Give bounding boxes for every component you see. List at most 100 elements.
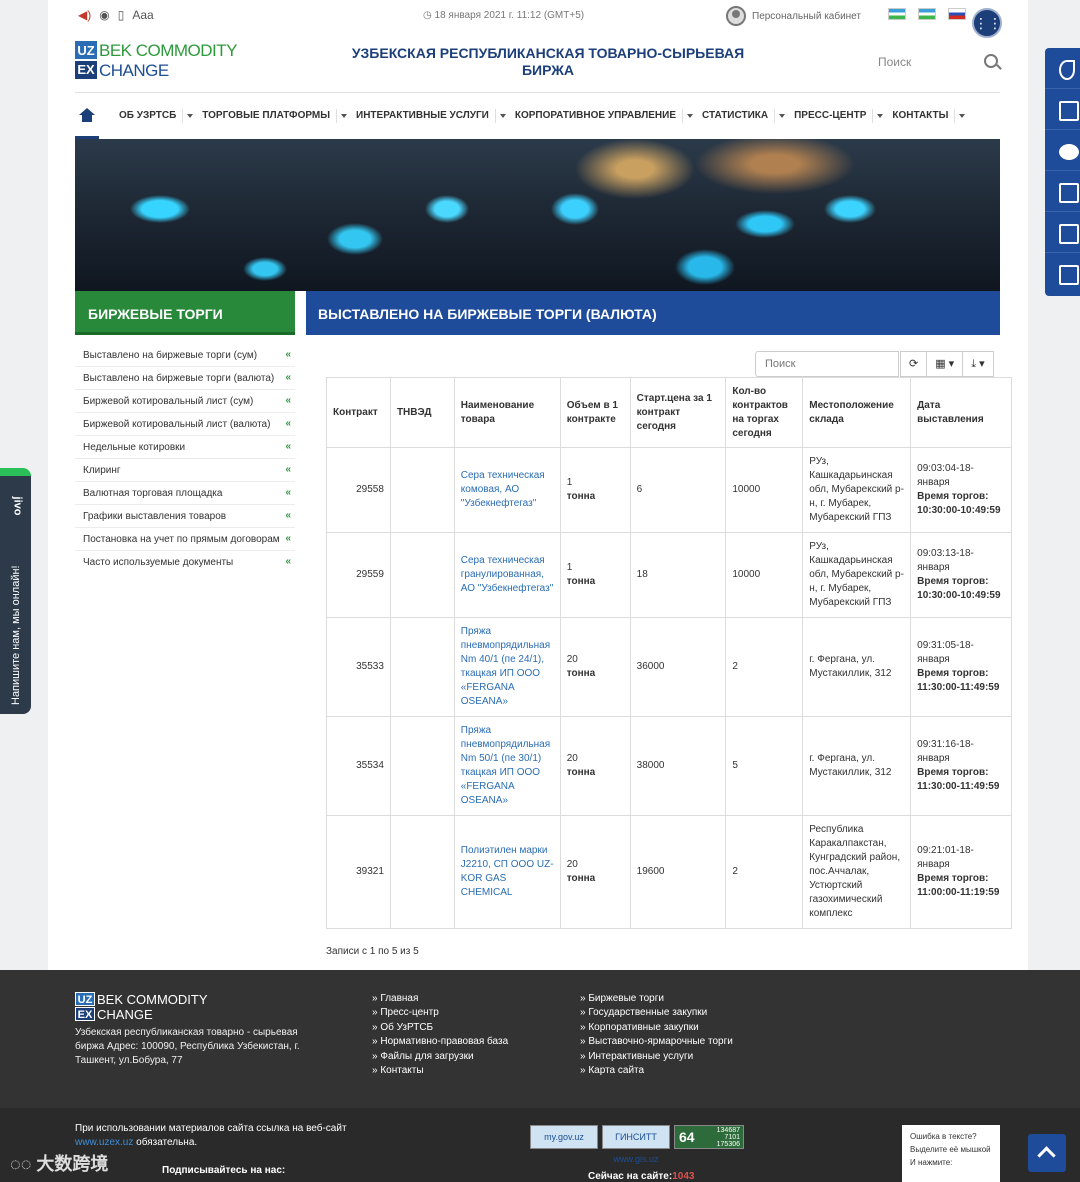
chat-icon[interactable] xyxy=(1045,130,1080,171)
search-icon[interactable] xyxy=(984,54,998,68)
top-bar: ◀) ◉ ▯ Aaa ◷ 18 января 2021 г. 11:12 (GM… xyxy=(48,0,1028,38)
nav-item-governance[interactable]: КОРПОРАТИВНОЕ УПРАВЛЕНИЕ xyxy=(515,108,694,123)
nav-item-contacts[interactable]: КОНТАКТЫ xyxy=(892,108,966,123)
footer-bottom: При использовании материалов сайта ссылк… xyxy=(0,1108,1080,1182)
product-link[interactable]: Пряжа пневмопрядильная Nm 50/1 (пе 30/1)… xyxy=(453,716,561,816)
partner-badges: my.gov.uz ГИНСИТТ www.gis.uz 64 134687 71… xyxy=(530,1125,744,1164)
footer-link[interactable]: Выставочно-ярмарочные торги xyxy=(580,1035,732,1049)
chevron-left-icon: « xyxy=(285,556,291,567)
side-menu-item[interactable]: Биржевой котировальный лист (валюта) « xyxy=(75,413,295,436)
sound-icon[interactable]: ◀) xyxy=(78,8,91,22)
side-menu-item[interactable]: Часто используемые документы « xyxy=(75,551,295,574)
col-header[interactable]: Дата выставления xyxy=(910,377,1012,448)
subscribe-label: Подписывайтесь на нас: xyxy=(162,1165,286,1176)
chevron-down-icon[interactable] xyxy=(872,108,884,123)
header-search-input[interactable]: Поиск xyxy=(878,55,911,69)
personal-cabinet-link[interactable]: Персональный кабинет xyxy=(726,6,861,26)
table-search-input[interactable] xyxy=(755,351,899,377)
mygov-badge[interactable]: my.gov.uz xyxy=(530,1125,598,1149)
table-row: 29559 Сера техническая гранулированная, … xyxy=(326,532,1012,618)
footer-link[interactable]: Об УзРТСБ xyxy=(372,1021,508,1035)
chevron-down-icon[interactable] xyxy=(182,108,194,123)
product-link[interactable]: Полиэтилен марки J2210, СП ООО UZ-KOR GA… xyxy=(453,815,561,929)
visit-counter[interactable]: 64 134687 7101 175306 xyxy=(674,1125,744,1149)
footer-link[interactable]: Биржевые торги xyxy=(580,992,733,1006)
col-header[interactable]: Старт.цена за 1 контракт сегодня xyxy=(629,377,727,448)
footer-link[interactable]: Интерактивные услуги xyxy=(580,1050,733,1064)
side-menu-item[interactable]: Графики выставления товаров « xyxy=(75,505,295,528)
footer-link[interactable]: Главная xyxy=(372,992,508,1006)
side-menu-item[interactable]: Постановка на учет по прямым договорам « xyxy=(75,528,295,551)
copyright-note: При использовании материалов сайта ссылк… xyxy=(75,1123,347,1148)
product-link[interactable]: Пряжа пневмопрядильная Nm 40/1 (пе 24/1)… xyxy=(453,617,561,717)
side-menu-item[interactable]: Валютная торговая площадка « xyxy=(75,482,295,505)
col-header[interactable]: Наименование товара xyxy=(453,377,561,448)
col-header[interactable]: ТНВЭД xyxy=(389,377,455,448)
flag-uz-latin[interactable] xyxy=(888,8,906,20)
apps-grid-icon[interactable]: ⋮⋮ xyxy=(972,8,1002,38)
chevron-down-icon[interactable] xyxy=(954,108,966,123)
flag-uz-cyrillic[interactable] xyxy=(918,8,936,20)
footer-link[interactable]: Нормативно-правовая база xyxy=(372,1035,508,1049)
hero-banner-image xyxy=(75,139,1000,291)
footer-link[interactable]: Пресс-центр xyxy=(372,1006,508,1020)
side-menu-item[interactable]: Недельные котировки « xyxy=(75,436,295,459)
product-link[interactable]: Сера техническая комовая, АО "Узбекнефте… xyxy=(453,447,561,533)
nav-item-press[interactable]: ПРЕСС-ЦЕНТР xyxy=(794,108,884,123)
mobile-icon[interactable]: ▯ xyxy=(118,8,125,22)
edit-icon[interactable] xyxy=(1045,171,1080,212)
chevron-left-icon: « xyxy=(285,510,291,521)
col-header[interactable]: Кол-во контрактов на торгах сегодня xyxy=(725,377,804,448)
gis-badge[interactable]: ГИНСИТТ www.gis.uz xyxy=(602,1125,670,1164)
product-link[interactable]: Сера техническая гранулированная, АО "Уз… xyxy=(453,532,561,618)
nav-item-services[interactable]: ИНТЕРАКТИВНЫЕ УСЛУГИ xyxy=(356,108,507,123)
chevron-down-icon[interactable] xyxy=(682,108,694,123)
chevron-left-icon: « xyxy=(285,441,291,452)
col-header[interactable]: Контракт xyxy=(326,377,391,448)
font-size-toggle[interactable]: Aaa xyxy=(132,8,153,22)
eye-icon[interactable]: ◉ xyxy=(99,8,109,22)
chevron-down-icon[interactable] xyxy=(336,108,348,123)
phone-icon[interactable] xyxy=(1045,48,1080,89)
refresh-icon[interactable]: ⟳ xyxy=(900,351,928,377)
nav-item-platforms[interactable]: ТОРГОВЫЕ ПЛАТФОРМЫ xyxy=(202,108,348,123)
footer-link[interactable]: Карта сайта xyxy=(580,1064,733,1078)
jivo-chat-tab[interactable]: jivo Напишите нам, мы онлайн! xyxy=(0,468,31,714)
section-title-left: БИРЖЕВЫЕ ТОРГИ xyxy=(75,291,295,335)
nav-item-statistics[interactable]: СТАТИСТИКА xyxy=(702,108,786,123)
side-menu-item[interactable]: Выставлено на биржевые торги (валюта) « xyxy=(75,367,295,390)
footer-link[interactable]: Контакты xyxy=(372,1064,508,1078)
site-logo[interactable]: UZ EX BEK COMMODITY CHANGE xyxy=(75,41,245,81)
accessibility-tools: ◀) ◉ ▯ Aaa xyxy=(78,8,154,22)
side-menu-item[interactable]: Биржевой котировальный лист (сум) « xyxy=(75,390,295,413)
chevron-down-icon[interactable] xyxy=(774,108,786,123)
columns-icon[interactable]: ▦ ▾ xyxy=(926,351,964,377)
chevron-down-icon[interactable] xyxy=(494,108,507,123)
records-info: Записи с 1 по 5 из 5 xyxy=(326,946,419,957)
export-icon[interactable]: ⤓ ▾ xyxy=(962,351,994,377)
flag-ru[interactable] xyxy=(948,8,966,20)
col-header[interactable]: Объем в 1 контракте xyxy=(559,377,631,448)
chevron-left-icon: « xyxy=(285,533,291,544)
chevron-left-icon: « xyxy=(285,418,291,429)
documents-icon[interactable] xyxy=(1045,212,1080,253)
document-icon[interactable] xyxy=(1045,253,1080,294)
site-link[interactable]: www.uzex.uz xyxy=(75,1137,133,1148)
scroll-to-top-button[interactable] xyxy=(1028,1134,1066,1172)
footer-link[interactable]: Корпоративные закупки xyxy=(580,1021,733,1035)
home-icon[interactable] xyxy=(75,93,99,139)
nav-item-about[interactable]: ОБ УЗРТСБ xyxy=(119,108,194,123)
side-menu: Выставлено на биржевые торги (сум) « Выст… xyxy=(75,344,295,574)
contact-sidebar xyxy=(1045,48,1080,296)
footer-link[interactable]: Государственные закупки xyxy=(580,1006,733,1020)
chevron-left-icon: « xyxy=(285,464,291,475)
fax-icon[interactable] xyxy=(1045,89,1080,130)
side-menu-item[interactable]: Выставлено на биржевые торги (сум) « xyxy=(75,344,295,367)
side-menu-item[interactable]: Клиринг « xyxy=(75,459,295,482)
footer-logo[interactable]: UZ EX BEK COMMODITY CHANGE xyxy=(75,992,225,1024)
footer-link[interactable]: Файлы для загрузки xyxy=(372,1050,508,1064)
section-title-main: ВЫСТАВЛЕНО НА БИРЖЕВЫЕ ТОРГИ (ВАЛЮТА) xyxy=(306,291,1000,335)
col-header[interactable]: Местоположение склада xyxy=(802,377,912,448)
table-toolbar: ⟳ ▦ ▾ ⤓ ▾ xyxy=(900,351,994,377)
page-container: ◀) ◉ ▯ Aaa ◷ 18 января 2021 г. 11:12 (GM… xyxy=(48,0,1028,970)
